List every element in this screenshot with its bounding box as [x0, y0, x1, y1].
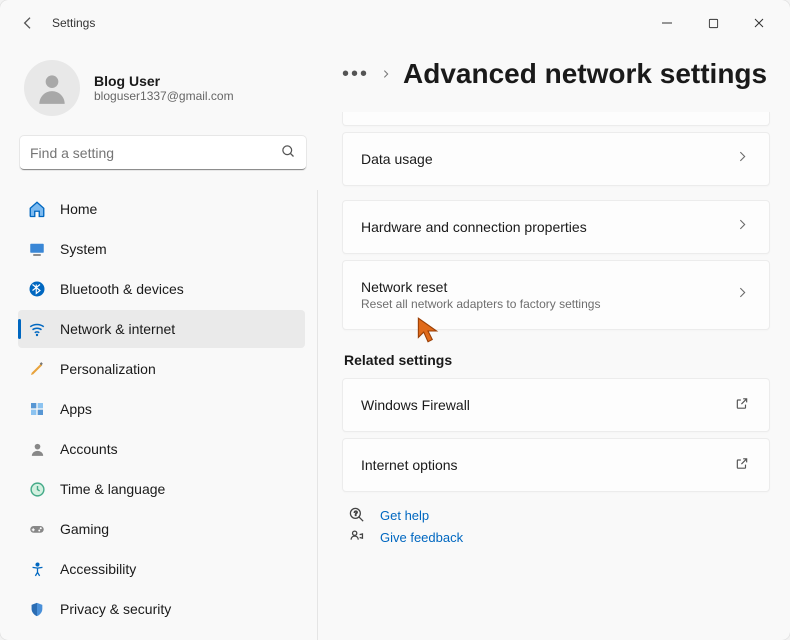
back-button[interactable] — [8, 3, 48, 43]
brush-icon — [28, 360, 46, 378]
give-feedback-row[interactable]: Give feedback — [348, 528, 770, 546]
chevron-right-icon — [736, 286, 749, 304]
card-network-reset[interactable]: Network reset Reset all network adapters… — [342, 260, 770, 330]
profile[interactable]: Blog User bloguser1337@gmail.com — [18, 46, 318, 136]
get-help-row[interactable]: ? Get help — [348, 506, 770, 524]
card-data-usage[interactable]: Data usage — [342, 132, 770, 186]
card-subtitle: Reset all network adapters to factory se… — [361, 297, 717, 311]
accessibility-icon — [28, 560, 46, 578]
card-windows-firewall[interactable]: Windows Firewall — [342, 378, 770, 432]
titlebar: Settings — [0, 0, 790, 46]
card-internet-options[interactable]: Internet options — [342, 438, 770, 492]
search-input[interactable] — [30, 145, 281, 161]
sidebar-item-label: Accessibility — [60, 561, 136, 577]
sidebar-item-label: Personalization — [60, 361, 156, 377]
page-title: Advanced network settings — [403, 58, 767, 90]
svg-text:?: ? — [353, 510, 357, 517]
profile-name: Blog User — [94, 73, 234, 89]
give-feedback-link[interactable]: Give feedback — [380, 530, 463, 545]
help-icon: ? — [348, 506, 366, 524]
feedback-icon — [348, 528, 366, 546]
system-icon — [28, 240, 46, 258]
sidebar-item-label: Apps — [60, 401, 92, 417]
app-title: Settings — [52, 16, 95, 30]
close-button[interactable] — [736, 8, 782, 38]
window-controls — [644, 8, 782, 38]
breadcrumb-more[interactable]: ••• — [342, 63, 369, 86]
nav-list: Home System Bluetooth & devices Network & i… — [18, 190, 318, 640]
card-title: Windows Firewall — [361, 397, 717, 413]
chevron-right-icon — [736, 218, 749, 236]
open-external-icon — [735, 457, 749, 474]
profile-email: bloguser1337@gmail.com — [94, 89, 234, 103]
sidebar-item-label: Home — [60, 201, 97, 217]
person-icon — [28, 440, 46, 458]
home-icon — [28, 200, 46, 218]
sidebar-item-accessibility[interactable]: Accessibility — [18, 550, 305, 588]
settings-window: Settings Blog User bloguser1337@gmail.co… — [0, 0, 790, 640]
game-icon — [28, 520, 46, 538]
apps-icon — [28, 400, 46, 418]
get-help-link[interactable]: Get help — [380, 508, 429, 523]
sidebar-item-label: Privacy & security — [60, 601, 171, 617]
card-title: Data usage — [361, 151, 717, 167]
sidebar-item-privacy-security[interactable]: Privacy & security — [18, 590, 305, 628]
search-box[interactable] — [20, 136, 306, 170]
maximize-button[interactable] — [690, 8, 736, 38]
sidebar-item-gaming[interactable]: Gaming — [18, 510, 305, 548]
minimize-button[interactable] — [644, 8, 690, 38]
card-title: Internet options — [361, 457, 717, 473]
wifi-icon — [28, 320, 46, 338]
sidebar-item-accounts[interactable]: Accounts — [18, 430, 305, 468]
card-partial[interactable] — [342, 112, 770, 126]
sidebar-item-personalization[interactable]: Personalization — [18, 350, 305, 388]
chevron-right-icon — [736, 150, 749, 168]
search-icon — [281, 144, 296, 162]
bluetooth-icon — [28, 280, 46, 298]
sidebar-item-label: Time & language — [60, 481, 165, 497]
sidebar-item-apps[interactable]: Apps — [18, 390, 305, 428]
shield-icon — [28, 600, 46, 618]
breadcrumb: ••• Advanced network settings — [342, 58, 770, 90]
clock-icon — [28, 480, 46, 498]
card-hardware-properties[interactable]: Hardware and connection properties — [342, 200, 770, 254]
sidebar-item-home[interactable]: Home — [18, 190, 305, 228]
sidebar-item-label: Accounts — [60, 441, 118, 457]
sidebar-item-label: Network & internet — [60, 321, 175, 337]
sidebar-item-bluetooth-devices[interactable]: Bluetooth & devices — [18, 270, 305, 308]
sidebar-item-network-internet[interactable]: Network & internet — [18, 310, 305, 348]
main-content: ••• Advanced network settings Data usage… — [318, 46, 790, 640]
related-settings-heading: Related settings — [344, 352, 770, 368]
sidebar-item-label: System — [60, 241, 107, 257]
sidebar-item-label: Bluetooth & devices — [60, 281, 184, 297]
sidebar: Blog User bloguser1337@gmail.com Home Sys… — [18, 46, 318, 640]
sidebar-item-system[interactable]: System — [18, 230, 305, 268]
sidebar-item-time-language[interactable]: Time & language — [18, 470, 305, 508]
avatar — [24, 60, 80, 116]
chevron-right-icon — [381, 66, 391, 82]
card-title: Network reset — [361, 279, 717, 295]
card-title: Hardware and connection properties — [361, 219, 717, 235]
open-external-icon — [735, 397, 749, 414]
sidebar-item-label: Gaming — [60, 521, 109, 537]
